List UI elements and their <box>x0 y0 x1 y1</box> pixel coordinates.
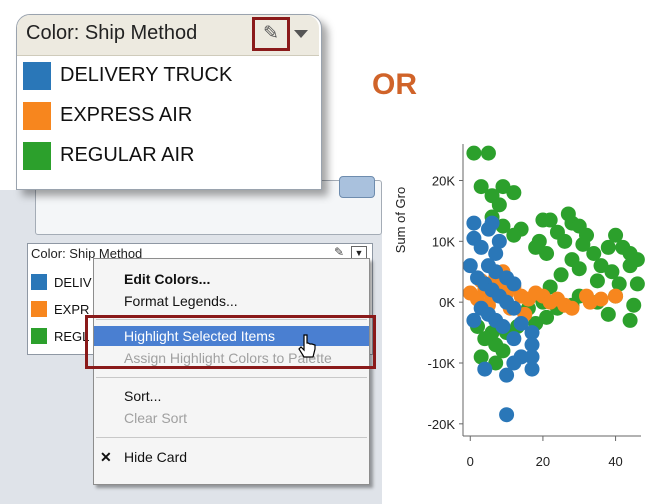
menu-separator <box>96 377 367 378</box>
menu-item-sort[interactable]: Sort... <box>94 386 369 406</box>
menu-item-format-legends[interactable]: Format Legends... <box>94 291 369 311</box>
scatter-point[interactable] <box>571 261 587 277</box>
y-tick-label: 20K <box>432 174 455 189</box>
scatter-point[interactable] <box>499 367 515 383</box>
swatch-regular-air[interactable] <box>31 328 47 344</box>
scatter-point[interactable] <box>477 361 493 377</box>
edit-callout-box <box>252 17 290 51</box>
swatch-express-air[interactable] <box>23 102 51 130</box>
context-menu: Edit Colors... Format Legends... Highlig… <box>93 258 370 485</box>
x-tick-label: 20 <box>536 454 550 469</box>
scatter-point[interactable] <box>466 312 482 328</box>
scatter-point[interactable] <box>629 252 645 268</box>
scatter-point[interactable] <box>589 273 605 289</box>
scatter-point[interactable] <box>608 288 624 304</box>
y-tick-label: 0K <box>439 295 455 310</box>
y-tick-label: 10K <box>432 234 455 249</box>
or-label: OR <box>372 68 417 101</box>
menu-item-clear-sort: Clear Sort <box>124 410 188 426</box>
scatter-point[interactable] <box>539 246 555 261</box>
scatter-point[interactable] <box>539 309 555 325</box>
scatter-point[interactable] <box>506 227 522 243</box>
scatter-point[interactable] <box>466 215 482 231</box>
legend-item-label[interactable]: EXPRESS AIR <box>60 104 192 127</box>
scatter-point[interactable] <box>506 331 522 347</box>
legend-item-label[interactable]: DELIV <box>54 275 92 290</box>
scatter-point[interactable] <box>484 215 500 231</box>
scatter-point[interactable] <box>557 233 573 249</box>
scatter-point[interactable] <box>564 300 580 316</box>
scatter-point[interactable] <box>473 239 489 255</box>
legend-item-label[interactable]: REGULAR AIR <box>60 144 194 167</box>
pencil-icon[interactable]: ✎ <box>332 245 346 259</box>
scatter-point[interactable] <box>622 312 638 328</box>
scatter-point[interactable] <box>495 319 511 334</box>
y-tick-label: -10K <box>428 356 456 371</box>
y-tick-label: -20K <box>428 417 456 432</box>
scatter-point[interactable] <box>506 300 522 316</box>
scatter-point[interactable] <box>626 297 642 313</box>
swatch-express-air[interactable] <box>31 301 47 317</box>
menu-item-hide-card[interactable]: ✕ Hide Card <box>94 447 369 467</box>
scatter-point[interactable] <box>506 185 522 201</box>
scatter-point[interactable] <box>491 233 507 249</box>
scatter-point[interactable] <box>466 145 482 161</box>
filter-slider-handle[interactable] <box>339 176 375 198</box>
scatter-chart: Sum of Gro 20K 10K 0K -10K -20K 0 20 40 <box>393 144 645 469</box>
scatter-point[interactable] <box>553 267 569 283</box>
scatter-point[interactable] <box>524 361 540 377</box>
legend-item-label[interactable]: DELIVERY TRUCK <box>60 64 232 87</box>
scatter-point[interactable] <box>600 306 616 322</box>
x-tick-label: 0 <box>467 454 474 469</box>
scatter-point[interactable] <box>582 294 598 310</box>
close-icon: ✕ <box>100 449 112 465</box>
menu-separator <box>96 437 367 438</box>
chevron-down-icon[interactable] <box>294 30 308 38</box>
swatch-delivery-truck[interactable] <box>23 62 51 90</box>
highlight-callout-box <box>85 315 376 369</box>
scatter-point[interactable] <box>499 407 515 423</box>
cursor-icon <box>298 334 316 358</box>
x-tick-label: 40 <box>608 454 622 469</box>
swatch-delivery-truck[interactable] <box>31 274 47 290</box>
swatch-regular-air[interactable] <box>23 142 51 170</box>
y-axis-label: Sum of Gro <box>393 187 408 253</box>
scatter-point[interactable] <box>506 276 522 292</box>
scatter-point[interactable] <box>480 145 496 161</box>
menu-item-edit-colors[interactable]: Edit Colors... <box>94 269 369 289</box>
scatter-point[interactable] <box>629 276 645 292</box>
legend-card-title: Color: Ship Method <box>26 22 198 44</box>
